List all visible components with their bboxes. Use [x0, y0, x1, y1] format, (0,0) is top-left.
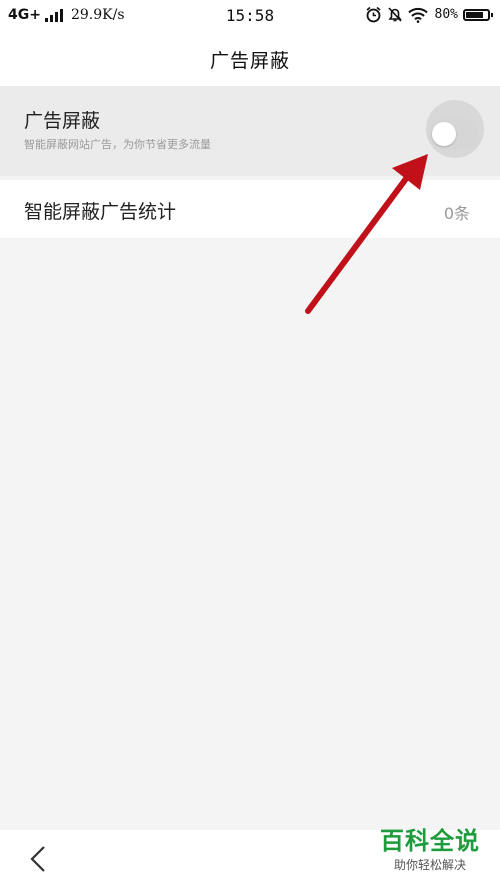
adblock-toggle[interactable] — [428, 118, 478, 150]
chevron-left-icon[interactable] — [26, 844, 50, 874]
mute-bell-icon — [387, 7, 402, 22]
watermark-brand: 百科全说 — [380, 827, 480, 855]
adblock-stats-row[interactable]: 智能屏蔽广告统计 0条 — [0, 180, 500, 238]
page-title: 广告屏蔽 — [209, 49, 290, 72]
status-bar: 4G+ 29.9K/s 15:58 80% — [0, 0, 500, 32]
page: 4G+ 29.9K/s 15:58 80% 广告屏蔽 广告屏蔽 智能屏蔽网站广告… — [0, 0, 500, 888]
stats-count: 0条 — [443, 204, 470, 223]
battery-level — [466, 11, 483, 18]
adblock-subtitle: 智能屏蔽网站广告，为你节省更多流量 — [24, 138, 211, 151]
adblock-title: 广告屏蔽 — [24, 110, 101, 132]
wifi-icon — [407, 7, 428, 23]
watermark-slogan: 助你轻松解决 — [393, 858, 466, 872]
status-right: 80% — [365, 6, 493, 23]
stats-label: 智能屏蔽广告统计 — [24, 201, 177, 223]
toggle-knob — [432, 122, 456, 146]
battery-percent: 80% — [434, 7, 458, 22]
alarm-icon — [366, 6, 381, 23]
battery-icon — [463, 8, 493, 21]
title-bar: 广告屏蔽 — [0, 32, 500, 86]
watermark: 百科全说 助你轻松解决 — [370, 826, 490, 882]
adblock-setting-row[interactable]: 广告屏蔽 智能屏蔽网站广告，为你节省更多流量 — [0, 86, 500, 176]
